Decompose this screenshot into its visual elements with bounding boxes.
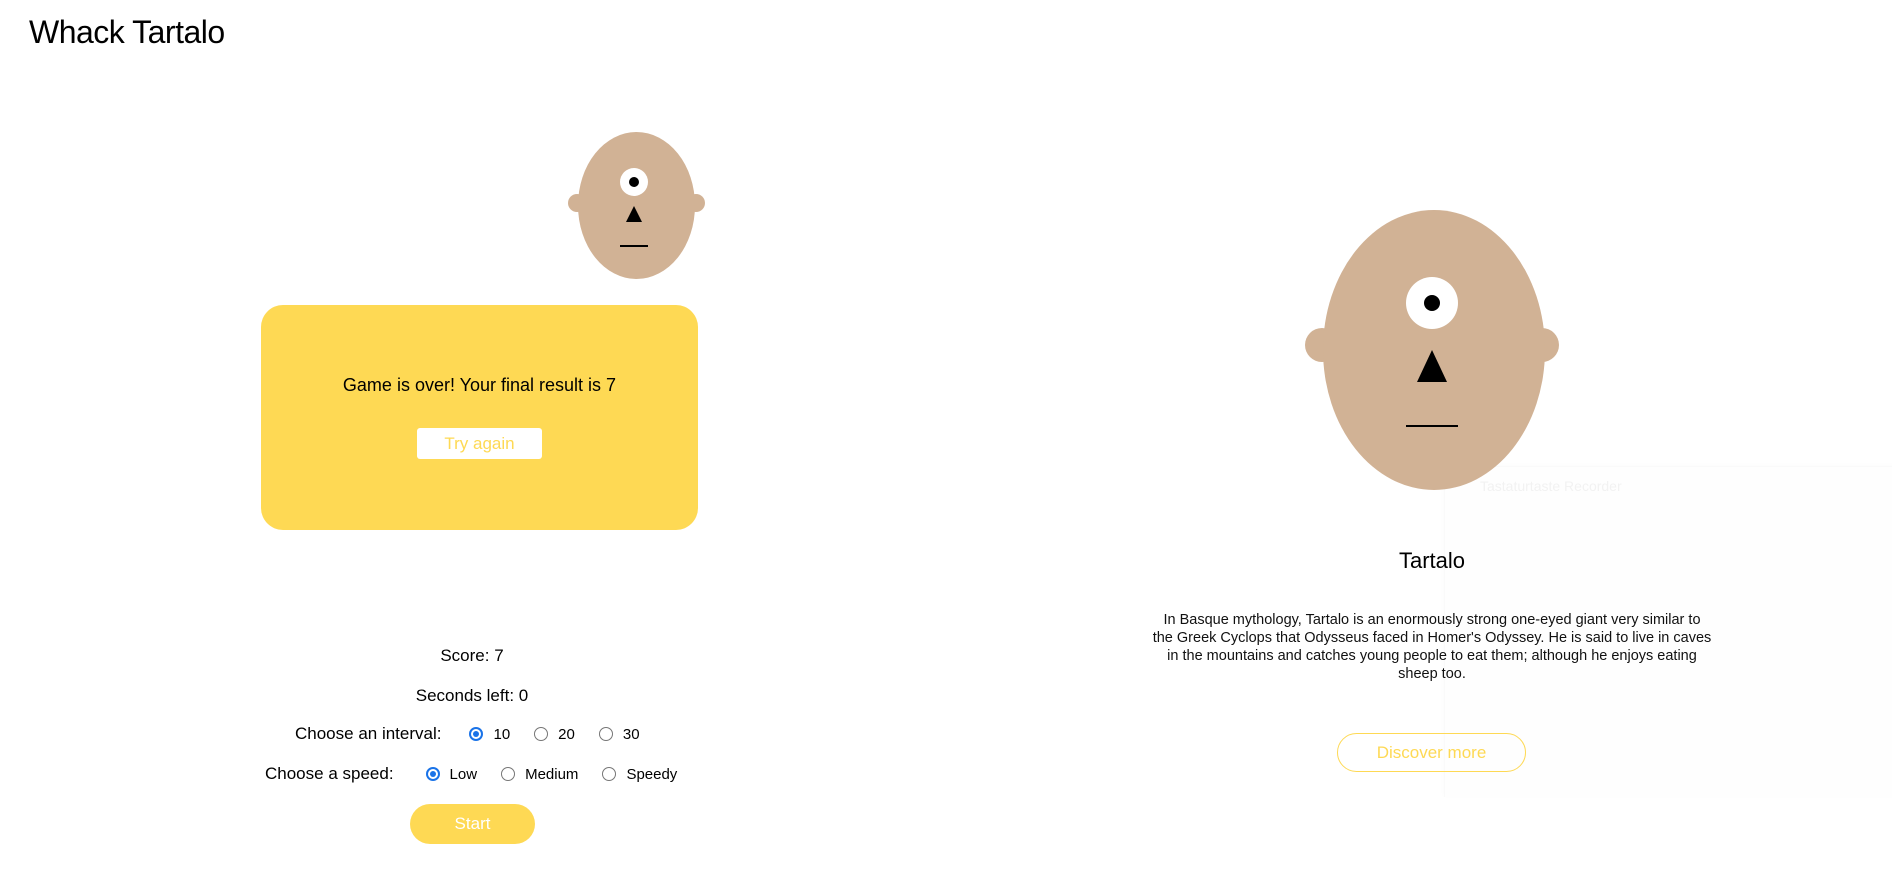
speed-radio-speedy[interactable] — [602, 767, 617, 781]
speed-selector: Choose a speed: Low Medium Speedy — [265, 764, 701, 784]
info-title: Tartalo — [1398, 548, 1466, 573]
interval-option-label: 20 — [558, 725, 575, 743]
mouth — [620, 245, 648, 247]
interval-option-label: 10 — [493, 725, 511, 743]
interval-selector: Choose an interval: 10 20 30 — [295, 724, 664, 744]
speed-option-label: Speedy — [626, 765, 678, 783]
start-button[interactable]: Start — [410, 804, 535, 844]
discover-more-button[interactable]: Discover more — [1337, 733, 1526, 772]
speed-radio-low[interactable] — [425, 767, 440, 781]
speed-option-label: Low — [449, 765, 478, 783]
interval-radio-30[interactable] — [598, 727, 613, 741]
interval-option-label: 30 — [622, 725, 640, 743]
game-over-card: Game is over! Your final result is 7 Try… — [261, 305, 698, 530]
seconds-left-display: Seconds left: 0 — [415, 686, 529, 705]
nose — [626, 206, 642, 222]
speed-radio-medium[interactable] — [501, 767, 516, 781]
interval-radio-20[interactable] — [534, 727, 549, 741]
try-again-button[interactable]: Try again — [417, 428, 542, 459]
nose — [1417, 350, 1447, 382]
game-over-message: Game is over! Your final result is 7 — [342, 375, 617, 395]
pupil — [1424, 295, 1440, 311]
speed-option-label: Medium — [525, 765, 579, 783]
interval-radio-10[interactable] — [469, 727, 484, 741]
score-display: Score: 7 — [440, 646, 504, 665]
tartalo-mole[interactable] — [568, 132, 705, 280]
pupil — [629, 177, 639, 187]
interval-label: Choose an interval: — [295, 724, 442, 743]
tartalo-portrait — [1305, 210, 1559, 492]
app-title: Whack Tartalo — [29, 14, 225, 50]
info-description: In Basque mythology, Tartalo is an enorm… — [1152, 612, 1712, 682]
speed-label: Choose a speed: — [265, 764, 394, 783]
mouth — [1406, 425, 1458, 427]
